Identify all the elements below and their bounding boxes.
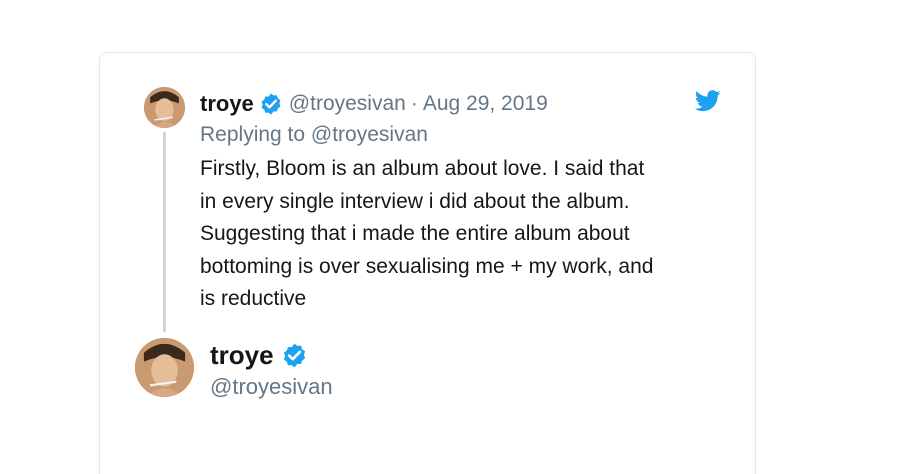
verified-badge-icon — [259, 92, 283, 116]
page: troye @troyesivan · Aug 29, 2019 Replyin… — [0, 0, 900, 474]
thread-connector-line — [163, 132, 166, 332]
tweet-text-line: Firstly, Bloom is an album about love. I… — [200, 157, 645, 180]
reply-display-name[interactable]: troye — [200, 91, 254, 117]
tweet-text-line: in every single interview i did about th… — [200, 189, 630, 213]
tweet-text-line: bottoming is over sexualising me + my wo… — [200, 254, 654, 278]
reply-tweet-header: troye @troyesivan · Aug 29, 2019 — [200, 90, 548, 118]
author-avatar[interactable] — [135, 338, 194, 397]
tweet-text-line: Suggesting that i made the entire album … — [200, 222, 630, 245]
author-handle[interactable]: @troyesivan — [210, 374, 333, 400]
reply-date-link[interactable]: Aug 29, 2019 — [423, 92, 548, 116]
avatar-portrait-image — [144, 87, 185, 128]
author-name-row: troye — [210, 338, 308, 372]
header-separator: · — [410, 92, 418, 115]
twitter-bird-icon[interactable] — [694, 90, 721, 112]
replying-to-text[interactable]: Replying to @troyesivan — [200, 123, 428, 147]
verified-badge-icon — [281, 342, 308, 369]
reply-author-avatar[interactable] — [144, 87, 185, 128]
reply-tweet-body: Firstly, Bloom is an album about love. I… — [200, 153, 720, 316]
reply-handle[interactable]: @troyesivan — [289, 92, 406, 116]
author-display-name[interactable]: troye — [210, 340, 274, 371]
tweet-text-line: is reductive — [200, 287, 307, 310]
avatar-portrait-image — [135, 338, 194, 397]
